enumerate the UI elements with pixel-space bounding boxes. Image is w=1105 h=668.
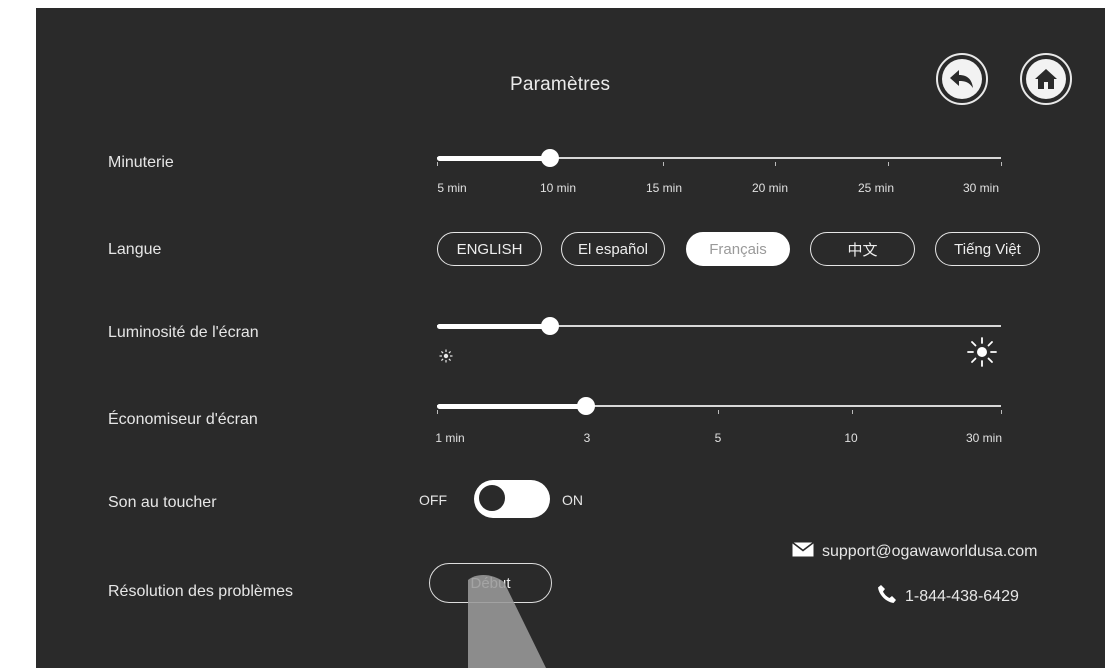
timer-tick-label: 5 min <box>437 181 467 195</box>
bright-sun-icon <box>967 337 997 372</box>
screensaver-tick-label: 10 <box>844 431 858 445</box>
timer-tick <box>662 162 664 166</box>
screensaver-slider[interactable] <box>437 394 1002 418</box>
timer-tick-label: 30 min <box>962 181 1000 195</box>
envelope-icon <box>792 541 814 562</box>
timer-tick-label: 10 min <box>539 181 577 195</box>
support-phone-text: 1-844-438-6429 <box>905 587 1019 605</box>
brightness-fill <box>437 323 550 329</box>
screensaver-tick-label: 5 <box>714 431 722 445</box>
screensaver-tick-label: 1 min <box>435 431 465 445</box>
screensaver-tick-label: 30 min <box>965 431 1003 445</box>
troubleshooting-label: Résolution des problèmes <box>108 583 293 600</box>
timer-tick <box>888 162 890 166</box>
support-phone: 1-844-438-6429 <box>877 584 1019 609</box>
home-button[interactable] <box>1020 53 1072 105</box>
timer-tick-label: 20 min <box>751 181 789 195</box>
settings-screen: Paramètres Minuterie 5 min 10 min 15 min… <box>36 8 1105 668</box>
screensaver-tick <box>437 410 438 414</box>
timer-tick-label: 15 min <box>645 181 683 195</box>
phone-icon <box>877 584 897 609</box>
start-troubleshooting-button[interactable]: Début <box>429 563 552 603</box>
page-title: Paramètres <box>510 74 611 95</box>
timer-tick <box>775 162 777 166</box>
brightness-label: Luminosité de l'écran <box>108 324 259 341</box>
support-email-text: support@ogawaworldusa.com <box>822 543 1038 560</box>
brightness-slider[interactable] <box>437 314 1001 338</box>
brightness-thumb[interactable] <box>540 317 559 335</box>
screensaver-fill <box>437 403 587 409</box>
home-icon <box>1026 59 1066 99</box>
timer-label: Minuterie <box>108 154 174 171</box>
dim-sun-icon <box>439 349 453 368</box>
timer-tick <box>1001 162 1002 166</box>
language-option-chinese[interactable]: 中文 <box>810 232 915 266</box>
language-label: Langue <box>108 241 162 258</box>
screensaver-label: Économiseur d'écran <box>108 411 258 428</box>
touch-sound-label: Son au toucher <box>108 494 217 511</box>
touch-sound-off-label: OFF <box>419 492 447 508</box>
timer-tick <box>437 162 438 166</box>
language-option-french[interactable]: Français <box>686 232 790 266</box>
touch-sound-on-label: ON <box>562 492 583 508</box>
screensaver-tick <box>1001 410 1002 414</box>
screensaver-thumb[interactable] <box>577 397 596 415</box>
back-button[interactable] <box>936 53 988 105</box>
touch-sound-toggle[interactable] <box>474 480 550 518</box>
toggle-knob <box>477 483 507 513</box>
timer-fill <box>437 155 550 161</box>
support-email: support@ogawaworldusa.com <box>792 541 1038 562</box>
language-option-vietnamese[interactable]: Tiếng Việt <box>935 232 1040 266</box>
timer-thumb[interactable] <box>540 149 559 167</box>
screensaver-tick <box>717 410 719 414</box>
timer-slider[interactable] <box>437 146 1002 170</box>
language-option-english[interactable]: ENGLISH <box>437 232 542 266</box>
screensaver-tick-label: 3 <box>583 431 591 445</box>
language-option-spanish[interactable]: El español <box>561 232 665 266</box>
screensaver-tick <box>851 410 853 414</box>
timer-tick-label: 25 min <box>857 181 895 195</box>
back-arrow-icon <box>942 59 982 99</box>
